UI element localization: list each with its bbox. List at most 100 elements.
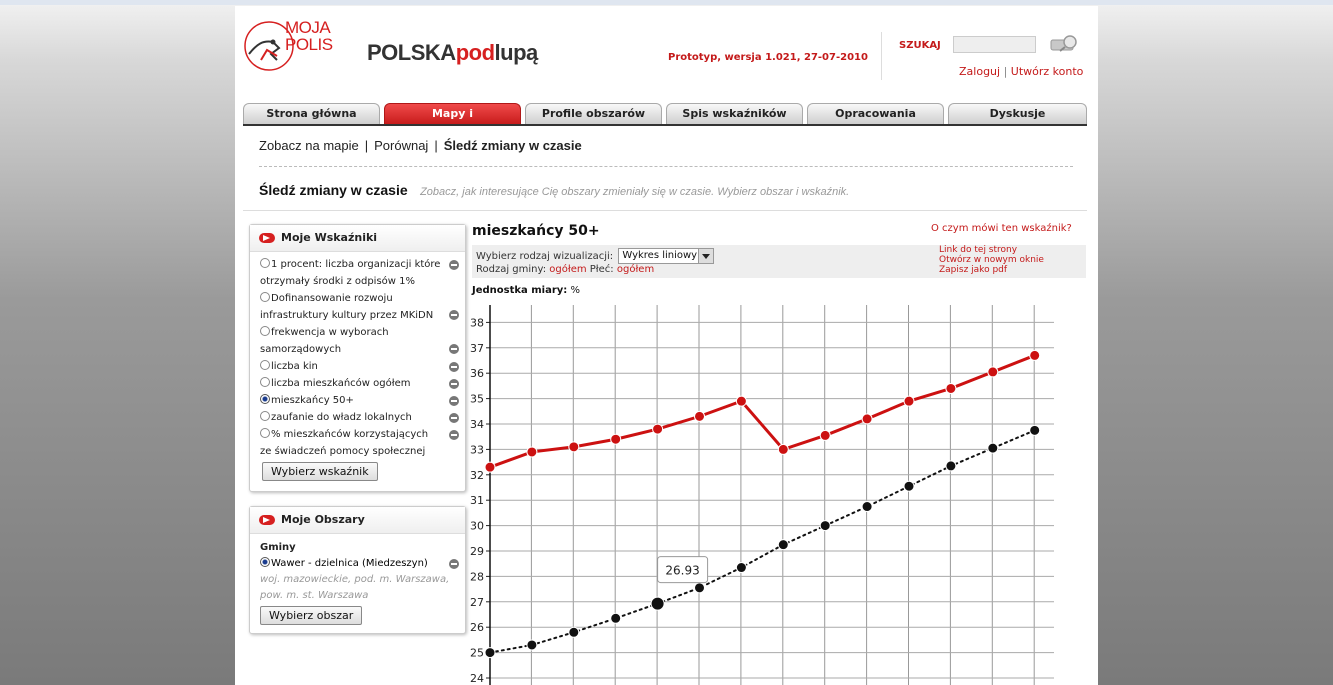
search-button[interactable]	[1050, 34, 1080, 54]
subnav-track-changes[interactable]: Śledź zmiany w czasie	[438, 138, 588, 153]
line-chart[interactable]: 24 25 26 27 28 29 30 31 32 33 34 35 36 37 38 26.93	[454, 299, 1054, 685]
data-point	[777, 539, 789, 551]
unit-line: Jednostka miary: %	[472, 285, 580, 296]
login-link[interactable]: Zaloguj	[959, 65, 1000, 78]
y-tick-label: 29	[470, 545, 484, 558]
chart-title: mieszkańcy 50+	[472, 223, 600, 239]
brand-title: POLSKApodlupą	[367, 40, 538, 66]
data-point	[903, 480, 915, 492]
unit-value: %	[570, 285, 581, 296]
y-tick-label: 38	[470, 316, 484, 329]
indicators-panel-header: Moje Wskaźniki	[250, 225, 465, 252]
page-container: MOJA POLIS POLSKApodlupą Prototyp, wersj…	[235, 6, 1098, 685]
open-new-window-link[interactable]: Otwórz w nowym oknie	[939, 255, 1044, 265]
y-tick-label: 28	[470, 570, 484, 583]
viz-option: Wybierz rodzaj wizualizacji: Wykres lini…	[476, 248, 715, 264]
data-point	[694, 582, 705, 594]
data-point	[526, 639, 538, 651]
indicator-item[interactable]: 1 procent: liczba organizacji które otrz…	[260, 256, 459, 290]
indicator-item[interactable]: Dofinansowanie rozwoju infrastruktury ku…	[260, 290, 459, 324]
tab-maps[interactable]: Mapy i	[384, 103, 521, 124]
radio-button[interactable]	[260, 360, 270, 370]
data-point	[694, 410, 705, 422]
choose-indicator-button[interactable]: Wybierz wskaźnik	[262, 462, 378, 481]
y-tick-label: 37	[470, 342, 484, 355]
sub-navigation: Zobacz na mapie | Porównaj | Śledź zmiany w …	[259, 138, 588, 153]
data-point	[652, 423, 664, 435]
tab-reports[interactable]: Opracowania	[807, 103, 944, 124]
data-point	[484, 461, 496, 473]
tab-discussions[interactable]: Dyskusje	[948, 103, 1087, 124]
radio-button[interactable]	[260, 428, 270, 438]
data-point	[903, 395, 915, 407]
side-links: Link do tej strony Otwórz w nowym oknie …	[939, 245, 1044, 275]
data-point	[568, 441, 580, 453]
indicator-item[interactable]: frekwencja w wyborach samorządowych	[260, 324, 459, 358]
choose-area-button[interactable]: Wybierz obszar	[260, 606, 363, 625]
viz-type-select[interactable]: Wykres liniowy	[618, 248, 715, 264]
data-point	[735, 562, 747, 574]
register-link[interactable]: Utwórz konto	[1011, 65, 1084, 78]
tab-home[interactable]: Strona główna	[243, 103, 380, 124]
indicator-label: frekwencja w wyborach samorządowych	[260, 327, 389, 355]
indicator-label: zaufanie do władz lokalnych	[271, 412, 412, 423]
data-point	[819, 520, 831, 532]
area-location: woj. mazowieckie, pod. m. Warszawa, pow.…	[260, 574, 450, 601]
data-point	[610, 433, 622, 445]
data-point	[777, 443, 789, 455]
radio-button[interactable]	[260, 411, 270, 421]
subnav-map[interactable]: Zobacz na mapie	[259, 138, 365, 153]
heading-divider	[243, 210, 1087, 211]
indicator-item[interactable]: liczba kin	[260, 358, 459, 375]
login-separator: |	[1003, 65, 1008, 78]
chevron-down-icon	[698, 249, 714, 263]
areas-panel: Moje Obszary Gminy Wawer - dzielnica (Mi…	[249, 506, 466, 634]
indicator-label: liczba kin	[271, 361, 318, 372]
indicator-label: % mieszkańców korzystających ze świadcze…	[260, 429, 429, 457]
search-input[interactable]	[953, 36, 1036, 53]
subnav-compare[interactable]: Porównaj	[368, 138, 434, 153]
window-top-strip	[0, 0, 1333, 5]
data-point	[1029, 349, 1041, 361]
indicator-item[interactable]: mieszkańcy 50+	[260, 392, 459, 409]
indicators-panel: Moje Wskaźniki 1 procent: liczba organiz…	[249, 224, 466, 492]
data-point	[526, 446, 538, 458]
tabs-underline	[243, 124, 1087, 126]
sex-link[interactable]: ogółem	[617, 264, 654, 275]
radio-button-selected[interactable]	[260, 557, 270, 567]
radio-button[interactable]	[260, 292, 270, 302]
remove-icon[interactable]	[449, 260, 459, 270]
brand-part3: lupą	[494, 40, 539, 65]
indicators-list: 1 procent: liczba organizacji które otrz…	[250, 252, 465, 481]
data-point	[861, 501, 873, 513]
indicator-item[interactable]: liczba mieszkańców ogółem	[260, 375, 459, 392]
about-indicator-link[interactable]: O czym mówi ten wskaźnik?	[931, 223, 1072, 234]
radio-button-selected[interactable]	[260, 394, 270, 404]
logo-text: MOJA POLIS	[285, 19, 333, 53]
page-heading: Śledź zmiany w czasie Zobacz, jak intere…	[259, 182, 849, 200]
indicator-item[interactable]: zaufanie do władz lokalnych	[260, 409, 459, 426]
data-tooltip: 26.93	[657, 556, 709, 584]
radio-button[interactable]	[260, 258, 270, 268]
gmina-type-link[interactable]: ogółem	[549, 264, 586, 275]
areas-panel-header: Moje Obszary	[250, 507, 465, 534]
main-tabs: Strona główna Mapy i Profile obszarów Sp…	[243, 103, 1087, 125]
data-point	[945, 382, 957, 394]
indicator-item[interactable]: % mieszkańców korzystających ze świadcze…	[260, 426, 459, 460]
save-pdf-link[interactable]: Zapisz jako pdf	[939, 265, 1044, 275]
data-point	[650, 596, 665, 611]
tab-indicators-list[interactable]: Spis wskaźników	[666, 103, 803, 124]
radio-button[interactable]	[260, 326, 270, 336]
page-description: Zobacz, jak interesujące Cię obszary zmi…	[420, 186, 850, 198]
filter-options: Rodzaj gminy: ogółem Płeć: ogółem	[476, 264, 654, 275]
link-to-page[interactable]: Link do tej strony	[939, 245, 1044, 255]
area-item[interactable]: Wawer - dzielnica (Miedzeszyn)	[250, 555, 459, 572]
brand-part2: pod	[455, 40, 495, 65]
data-point	[568, 626, 580, 638]
arrow-right-icon	[259, 515, 275, 525]
indicator-label: 1 procent: liczba organizacji które otrz…	[260, 259, 441, 287]
radio-button[interactable]	[260, 377, 270, 387]
logo-line2: POLIS	[285, 35, 333, 54]
tab-area-profiles[interactable]: Profile obszarów	[525, 103, 662, 124]
search-label: SZUKAJ	[899, 40, 941, 51]
